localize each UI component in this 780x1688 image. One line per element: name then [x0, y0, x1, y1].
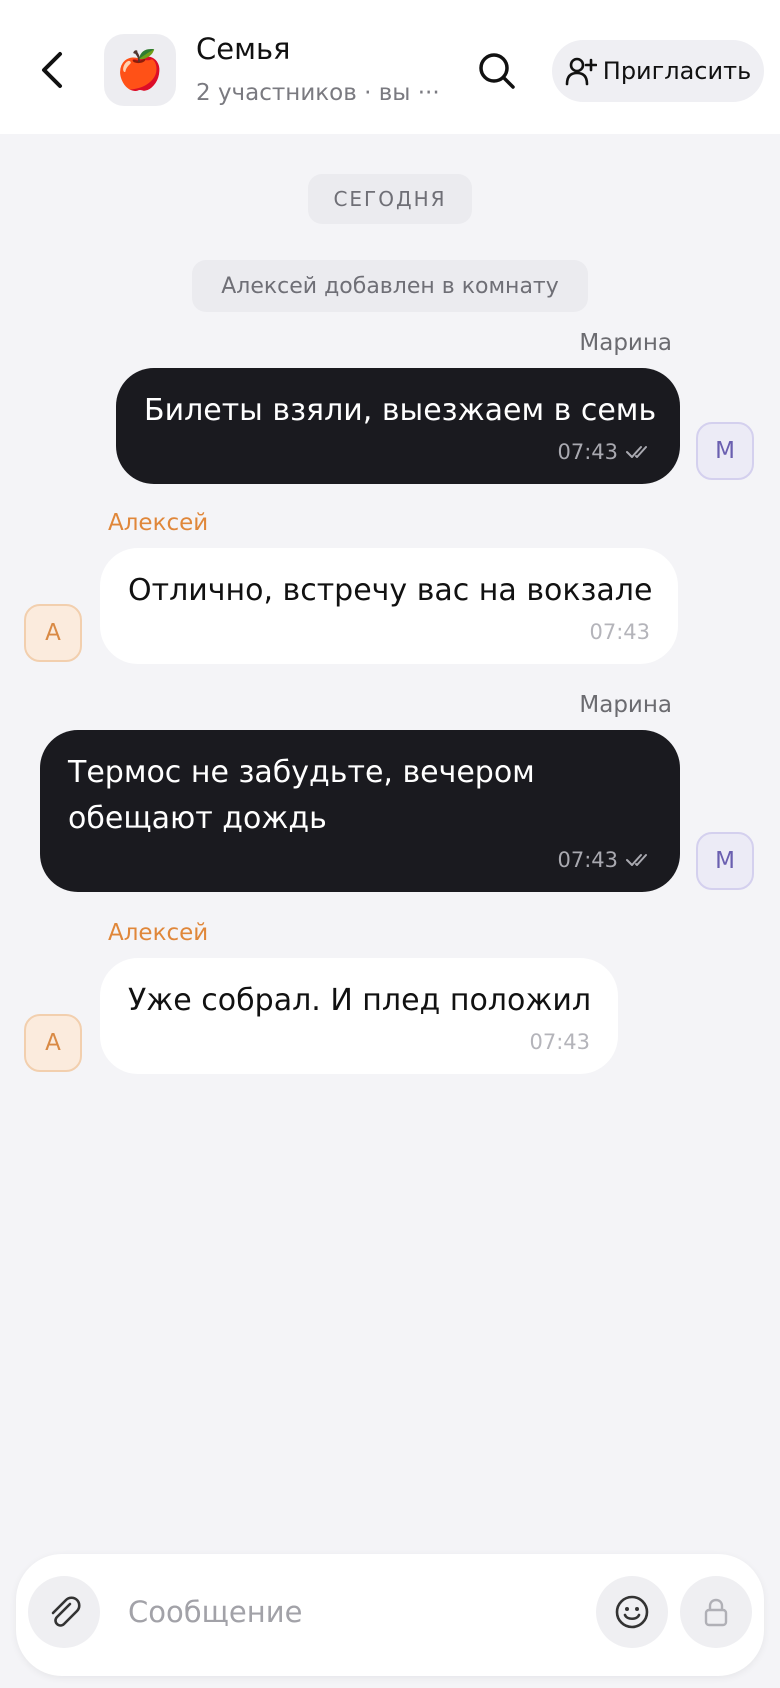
room-title[interactable]: Семья — [196, 32, 291, 66]
attach-button[interactable] — [28, 1576, 100, 1648]
message-line: обещают дождь — [68, 801, 327, 836]
sender-name: Марина — [579, 692, 672, 718]
message-meta: 07:43 — [589, 620, 650, 644]
message-time: 07:43 — [589, 620, 650, 644]
double-check-icon — [626, 854, 647, 866]
send-button[interactable] — [680, 1576, 752, 1648]
lock-icon — [704, 1598, 728, 1627]
smiley-icon — [615, 1595, 649, 1629]
invite-label: Пригласить — [602, 57, 752, 85]
apple-emoji-icon: 🍎 — [116, 47, 164, 92]
room-avatar[interactable]: 🍎 — [104, 34, 176, 106]
message-meta: 07:43 — [529, 1030, 590, 1054]
system-message: Алексей добавлен в комнату — [192, 260, 588, 312]
sender-name: Алексей — [108, 920, 209, 946]
add-user-icon — [565, 57, 597, 86]
double-check-icon — [626, 446, 647, 458]
message-bubble[interactable]: Термос не забудьте, вечером обещают дожд… — [40, 730, 680, 892]
invite-button[interactable]: Пригласить — [552, 40, 764, 102]
message-composer — [16, 1554, 764, 1676]
message-time: 07:43 — [529, 1030, 590, 1054]
message-text: Уже собрал. И плед положил — [128, 983, 592, 1018]
chat-header: 🍎 Семья 2 участников · вы ··· Пригласить — [0, 0, 780, 134]
sender-name: Алексей — [108, 510, 209, 536]
emoji-button[interactable] — [596, 1576, 668, 1648]
sender-name: Марина — [579, 330, 672, 356]
avatar[interactable]: М — [696, 832, 754, 890]
message-input[interactable] — [128, 1584, 548, 1640]
chevron-left-icon — [42, 52, 62, 88]
message-text: Термос не забудьте, вечером обещают дожд… — [68, 750, 535, 842]
message-bubble[interactable]: Билеты взяли, выезжаем в семь 07:43 — [116, 368, 680, 484]
avatar[interactable]: А — [24, 604, 82, 662]
message-text: Билеты взяли, выезжаем в семь — [144, 393, 657, 428]
paperclip-icon — [51, 1596, 81, 1627]
back-button[interactable] — [32, 46, 72, 94]
date-separator: СЕГОДНЯ — [308, 174, 472, 224]
message-meta: 07:43 — [557, 848, 652, 872]
room-subtitle[interactable]: 2 участников · вы ··· — [196, 80, 446, 106]
message-bubble[interactable]: Отлично, встречу вас на вокзале 07:43 — [100, 548, 678, 664]
message-meta: 07:43 — [557, 440, 652, 464]
message-line: Термос не забудьте, вечером — [68, 755, 535, 790]
message-time: 07:43 — [557, 440, 618, 464]
search-button[interactable] — [474, 48, 520, 94]
avatar[interactable]: А — [24, 1014, 82, 1072]
message-text: Отлично, встречу вас на вокзале — [128, 573, 653, 608]
search-icon — [479, 53, 515, 89]
message-time: 07:43 — [557, 848, 618, 872]
message-bubble[interactable]: Уже собрал. И плед положил 07:43 — [100, 958, 618, 1074]
avatar[interactable]: М — [696, 422, 754, 480]
